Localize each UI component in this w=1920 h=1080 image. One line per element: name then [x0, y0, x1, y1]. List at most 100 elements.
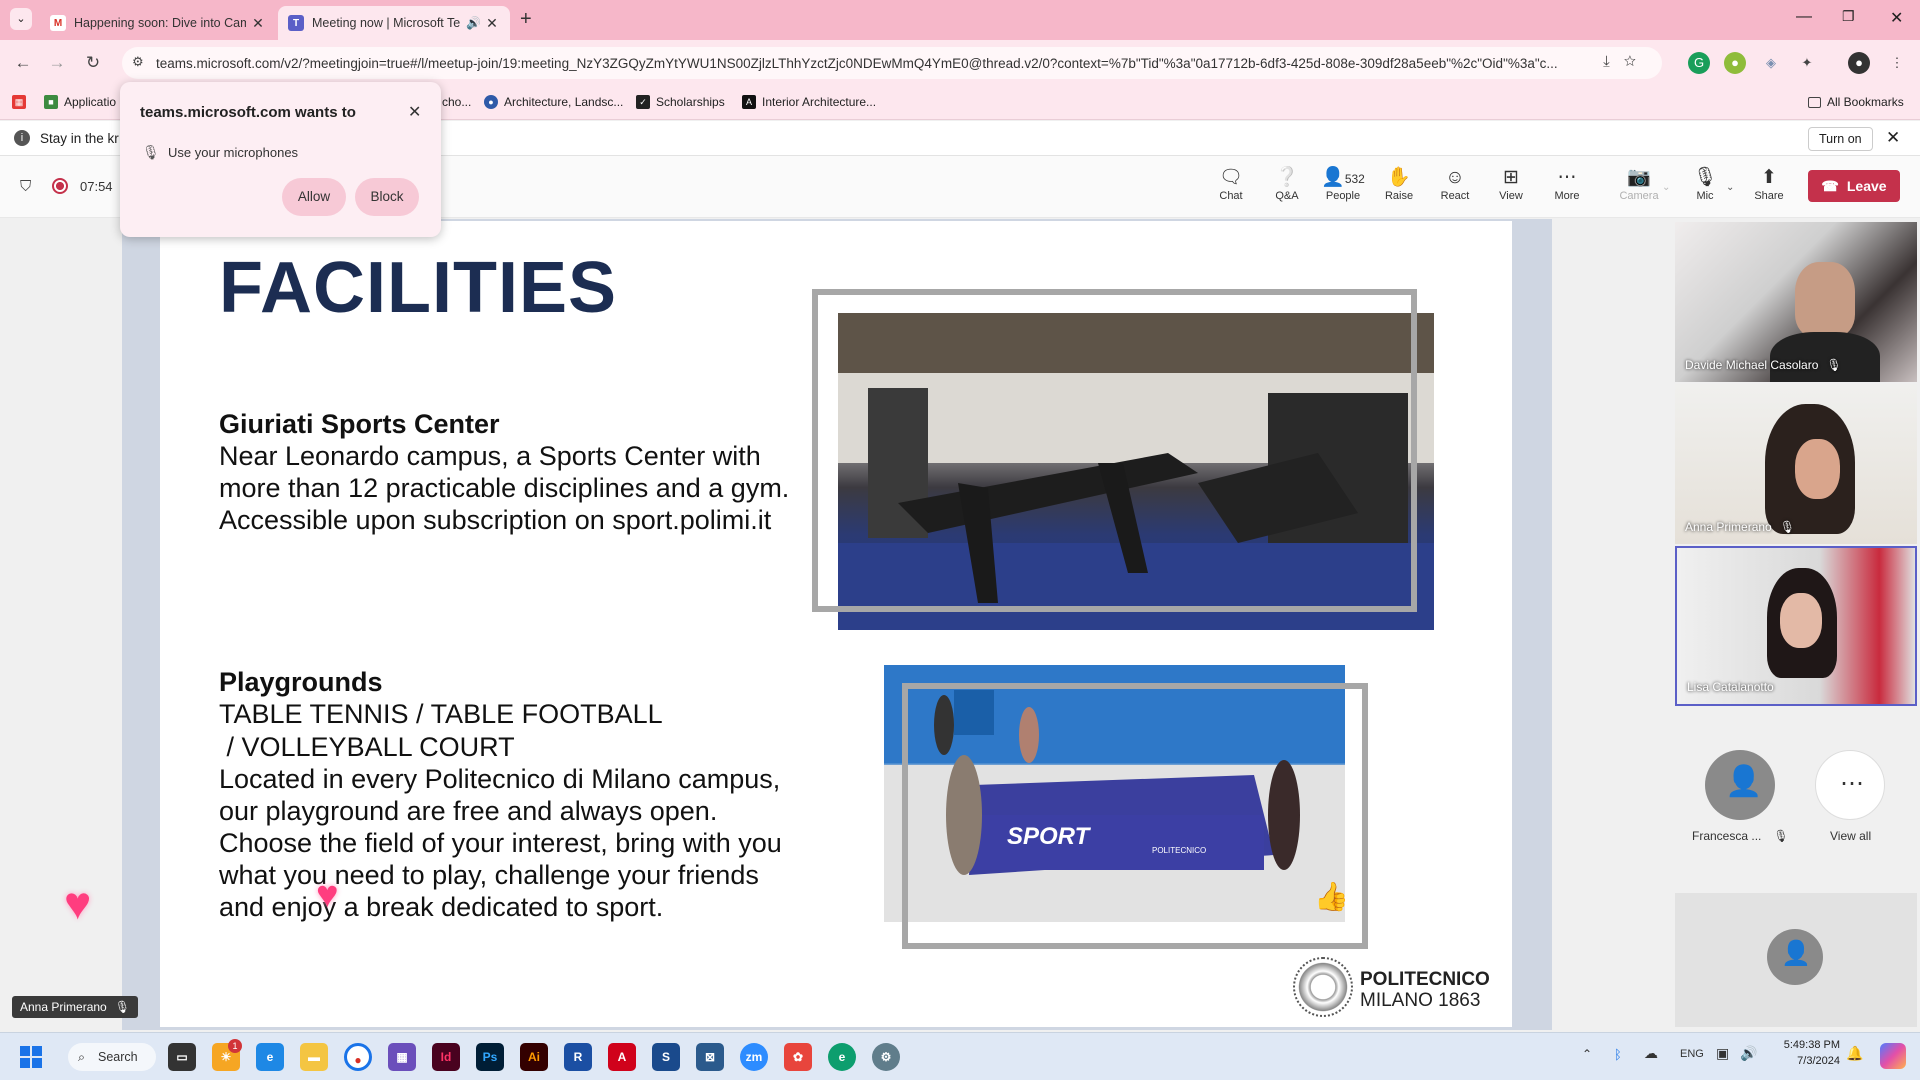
- reload-icon[interactable]: ↻: [82, 52, 104, 74]
- volume-icon[interactable]: 🔊: [1740, 1045, 1757, 1062]
- info-icon: i: [14, 130, 30, 146]
- shield-extension-icon[interactable]: ◈: [1760, 52, 1782, 74]
- bluetooth-icon[interactable]: ᛒ: [1614, 1047, 1622, 1062]
- indesign-icon[interactable]: Id: [432, 1043, 460, 1071]
- menu-kebab-icon[interactable]: ⋮: [1886, 52, 1908, 74]
- participant-face: [1780, 593, 1822, 648]
- mic-options-chevron-icon[interactable]: ⌄: [1726, 182, 1734, 193]
- illustrator-icon[interactable]: Ai: [520, 1043, 548, 1071]
- view-button[interactable]: ⊞ View: [1484, 166, 1538, 202]
- notification-bell-icon[interactable]: 🔔: [1846, 1045, 1863, 1062]
- recording-icon: [52, 178, 68, 194]
- app-icon[interactable]: ⊠: [696, 1043, 724, 1071]
- turn-on-button[interactable]: Turn on: [1808, 127, 1873, 151]
- notification-badge: 1: [228, 1039, 242, 1053]
- qa-button[interactable]: ❔ Q&A: [1260, 166, 1314, 202]
- url-text: teams.microsoft.com/v2/?meetingjoin=true…: [156, 55, 1558, 71]
- apps-icon[interactable]: ▦: [12, 95, 32, 109]
- app-icon[interactable]: e: [828, 1043, 856, 1071]
- edge-icon[interactable]: e: [256, 1043, 284, 1071]
- view-all-button[interactable]: ⋯: [1815, 750, 1885, 820]
- people-button[interactable]: 👤532 People: [1316, 166, 1370, 202]
- microphone-icon: 🎙: [142, 144, 160, 160]
- profile-avatar[interactable]: ●: [1848, 52, 1870, 74]
- close-window-button[interactable]: ✕: [1890, 8, 1903, 28]
- cloud-icon[interactable]: ☁: [1644, 1045, 1658, 1062]
- participant-name-tag: Davide Michael Casolaro 🎙: [1685, 358, 1842, 372]
- revit-icon[interactable]: R: [564, 1043, 592, 1071]
- participant-body: [1770, 332, 1880, 382]
- react-button[interactable]: ☺ React: [1428, 166, 1482, 202]
- participant-tile[interactable]: Davide Michael Casolaro 🎙: [1675, 222, 1917, 382]
- app-grid-icon[interactable]: ▦: [388, 1043, 416, 1071]
- site-settings-icon[interactable]: ⚙: [132, 54, 144, 70]
- bookmark-star-icon[interactable]: ⤓☆: [1603, 53, 1650, 70]
- popup-title: teams.microsoft.com wants to: [140, 104, 356, 121]
- section2-line-4: our playground are free and always open.: [219, 796, 718, 826]
- minimize-button[interactable]: —: [1796, 8, 1812, 26]
- camera-button[interactable]: 📷 Camera: [1612, 166, 1666, 202]
- autocad-icon[interactable]: A: [608, 1043, 636, 1071]
- photoshop-icon[interactable]: Ps: [476, 1043, 504, 1071]
- close-icon[interactable]: ✕: [484, 15, 500, 32]
- zoom-icon[interactable]: zm: [740, 1043, 768, 1071]
- mic-off-icon: 🎙: [1826, 358, 1842, 372]
- gmail-icon: M: [50, 15, 66, 31]
- clock[interactable]: 5:49:38 PM 7/3/2024: [1768, 1039, 1840, 1067]
- new-tab-button[interactable]: +: [520, 8, 532, 31]
- block-button[interactable]: Block: [355, 178, 419, 216]
- mic-button[interactable]: 🎙 Mic: [1678, 166, 1732, 202]
- teams-icon: T: [288, 15, 304, 31]
- copilot-icon[interactable]: [1880, 1043, 1906, 1069]
- raise-hand-button[interactable]: ✋ Raise: [1372, 166, 1426, 202]
- close-icon[interactable]: ✕: [1886, 128, 1900, 148]
- forward-icon[interactable]: →: [46, 52, 68, 74]
- participant-name-tag: Francesca ... 🎙: [1692, 829, 1789, 843]
- gym-photo-frame: [812, 289, 1417, 612]
- tab-gmail[interactable]: M Happening soon: Dive into Cam ✕: [40, 6, 276, 40]
- extension-icon[interactable]: ●: [1724, 52, 1746, 74]
- language-indicator[interactable]: ENG: [1680, 1048, 1704, 1060]
- bookmark-scholarships[interactable]: ✓ Scholarships: [636, 95, 725, 109]
- network-icon[interactable]: ▣: [1716, 1045, 1729, 1062]
- taskbar-search-box[interactable]: ⌕ Search: [68, 1043, 156, 1071]
- hand-icon: ✋: [1387, 167, 1411, 188]
- app-icon[interactable]: ✿: [784, 1043, 812, 1071]
- extension-grammarly-icon[interactable]: G: [1688, 52, 1710, 74]
- section2-line-6: what you need to play, challenge your fr…: [219, 860, 759, 890]
- chat-button[interactable]: 🗨 Chat: [1204, 166, 1258, 202]
- participant-tile-active-speaker[interactable]: Lisa Catalanotto: [1675, 546, 1917, 706]
- allow-button[interactable]: Allow: [282, 178, 346, 216]
- people-icon: 👤532: [1321, 167, 1365, 188]
- leave-button[interactable]: ☎ Leave: [1808, 170, 1900, 202]
- close-icon[interactable]: ✕: [250, 15, 266, 32]
- share-button[interactable]: ⬆ Share: [1742, 166, 1796, 202]
- windows-start-icon[interactable]: [20, 1046, 42, 1068]
- settings-gear-icon[interactable]: ⚙: [872, 1043, 900, 1071]
- bookmark-applications[interactable]: ■ Applicatio: [44, 95, 116, 109]
- all-bookmarks[interactable]: All Bookmarks: [1808, 95, 1904, 109]
- back-icon[interactable]: ←: [12, 52, 34, 74]
- camera-options-chevron-icon[interactable]: ⌄: [1662, 182, 1670, 193]
- infobar-text: Stay in the kr: [40, 131, 119, 146]
- close-icon[interactable]: ✕: [408, 102, 421, 122]
- more-button[interactable]: ⋯ More: [1540, 166, 1594, 202]
- file-explorer-icon[interactable]: ▬: [300, 1043, 328, 1071]
- address-bar[interactable]: ⚙ teams.microsoft.com/v2/?meetingjoin=tr…: [122, 47, 1662, 79]
- participant-tile[interactable]: Anna Primerano 🎙: [1675, 384, 1917, 544]
- restore-button[interactable]: ❐: [1842, 8, 1855, 25]
- participant-avatar[interactable]: 👤: [1705, 750, 1775, 820]
- table-tennis-photo-frame: [902, 683, 1368, 949]
- chrome-icon[interactable]: ●: [344, 1043, 372, 1071]
- tray-chevron-icon[interactable]: ⌃: [1582, 1047, 1592, 1061]
- extensions-puzzle-icon[interactable]: ✦: [1796, 52, 1818, 74]
- mic-permission-popup: teams.microsoft.com wants to ✕ 🎙 Use you…: [120, 82, 441, 237]
- tab-teams[interactable]: T Meeting now | Microsoft Te 🔊 ✕: [278, 6, 510, 40]
- self-view-tile[interactable]: 👤: [1675, 893, 1917, 1027]
- mic-off-icon: 🎙: [1773, 829, 1789, 843]
- bookmark-architecture-landscape[interactable]: ● Architecture, Landsc...: [484, 95, 623, 109]
- bookmark-interior-architecture[interactable]: A Interior Architecture...: [742, 95, 876, 109]
- tab-search-button[interactable]: ⌄: [10, 8, 32, 30]
- app-icon[interactable]: S: [652, 1043, 680, 1071]
- task-view-icon[interactable]: ▭: [168, 1043, 196, 1071]
